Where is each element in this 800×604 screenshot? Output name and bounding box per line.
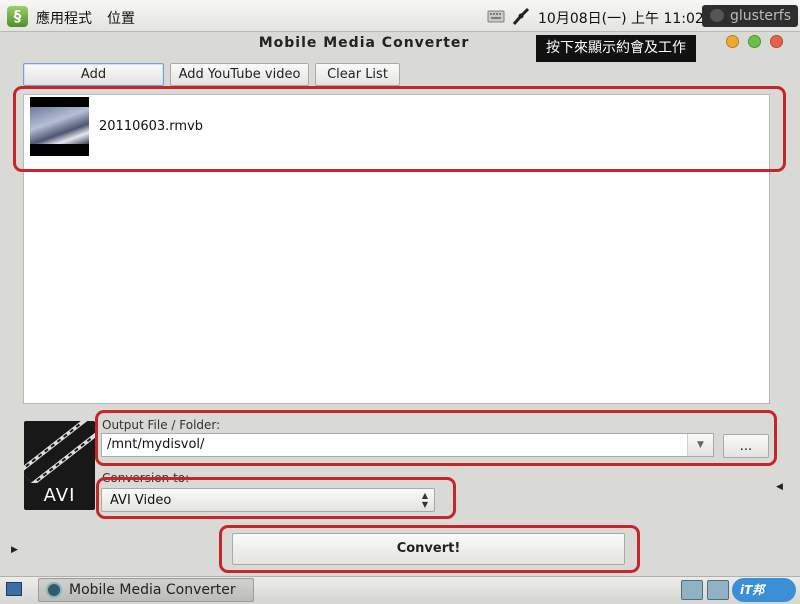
clear-list-button[interactable]: Clear List [315,63,400,86]
output-path-combo[interactable]: /mnt/mydisvol/ ▼ [101,433,714,457]
converter-app-icon [46,582,62,598]
output-label: Output File / Folder: [102,418,221,432]
show-desktop-icon[interactable] [6,582,22,596]
chat-bubble-icon [710,9,724,22]
spin-arrows-icon: ▲ ▼ [421,491,428,509]
top-panel: § 應用程式 位置 10月08日(一) 上午 11:02 glusterfs [0,0,800,32]
right-arrow-icon[interactable]: ▶ [11,545,18,555]
workspace-2-icon[interactable] [707,580,729,600]
video-thumbnail [30,97,89,156]
add-button[interactable]: Add [23,63,164,86]
network-icon[interactable] [512,7,532,25]
maximize-button[interactable] [748,35,761,48]
conversion-value: AVI Video [110,493,172,508]
conversion-label: Conversion to: [102,471,190,485]
menu-applications[interactable]: 應用程式 [36,8,92,28]
taskbar-window-item[interactable]: Mobile Media Converter [38,578,254,602]
browse-button[interactable]: ... [723,434,769,458]
close-button[interactable] [770,35,783,48]
site-watermark: iT邦 [732,578,796,602]
dropdown-arrow-icon[interactable]: ▼ [687,434,713,456]
file-name[interactable]: 20110603.rmvb [99,119,203,134]
user-menu[interactable]: glusterfs [702,5,798,27]
file-list[interactable] [23,94,770,404]
user-name: glusterfs [730,8,792,24]
convert-button[interactable]: Convert! [232,533,625,565]
video-frame [30,107,89,144]
menu-places[interactable]: 位置 [107,8,135,28]
format-badge: AVI [43,485,76,506]
app-menu-icon[interactable]: § [7,6,28,27]
left-arrow-icon[interactable]: ◀ [776,482,783,492]
clock[interactable]: 10月08日(一) 上午 11:02 [538,8,704,28]
minimize-button[interactable] [726,35,739,48]
taskbar-window-label: Mobile Media Converter [69,582,236,598]
conversion-select[interactable]: AVI Video ▲ ▼ [101,488,435,512]
workspace-1-icon[interactable] [681,580,703,600]
keyboard-icon[interactable] [487,9,505,23]
add-youtube-video-button[interactable]: Add YouTube video [170,63,309,86]
film-strip-icon: AVI [24,421,95,510]
output-path-value: /mnt/mydisvol/ [107,437,205,452]
clock-tooltip: 按下來顯示約會及工作 [536,35,696,62]
